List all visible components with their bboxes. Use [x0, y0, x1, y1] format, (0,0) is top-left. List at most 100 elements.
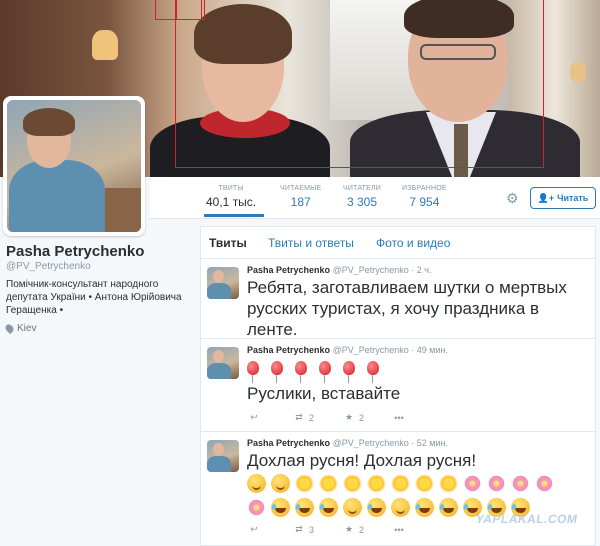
active-stat-underline: [204, 214, 264, 217]
retweet-icon[interactable]: ⇄: [292, 412, 306, 423]
sun-icon: [367, 474, 386, 493]
tweet-avatar[interactable]: [207, 347, 239, 379]
tweet-author-name[interactable]: Pasha Petrychenko: [247, 438, 330, 448]
stat-label: ТВИТЫ: [218, 185, 244, 192]
sun-icon: [343, 474, 362, 493]
tweet[interactable]: Pasha Petrychenko @PV_Petrychenko · 49 м…: [201, 339, 595, 432]
avatar: [7, 100, 141, 232]
emoji-row: [247, 361, 379, 383]
winking-face-icon: [391, 498, 410, 517]
tweet-author-handle[interactable]: @PV_Petrychenko: [333, 345, 409, 355]
retweet-icon[interactable]: ⇄: [292, 524, 306, 535]
emoji-row: [247, 474, 554, 493]
tweet-text: Руслики, вставайте: [247, 384, 401, 403]
retweet-count: 3: [309, 524, 315, 535]
highlight-box: [176, 0, 202, 20]
tweet-author-name[interactable]: Pasha Petrychenko: [247, 345, 330, 355]
tweet[interactable]: Pasha Petrychenko @PV_Petrychenko · 52 м…: [201, 432, 595, 545]
gear-icon[interactable]: ⚙: [506, 190, 519, 207]
wall-lamp: [570, 62, 586, 82]
sun-icon: [319, 474, 338, 493]
favorite-count: 2: [359, 524, 365, 535]
location-text: Kiev: [17, 323, 37, 334]
follow-label: Читать: [557, 193, 589, 203]
sun-icon: [439, 474, 458, 493]
balloon-icon: [295, 361, 307, 383]
stat-value: 3 305: [347, 195, 378, 209]
balloon-icon: [343, 361, 355, 383]
tweet-author-handle[interactable]: @PV_Petrychenko: [333, 265, 409, 275]
tweet-time[interactable]: 2 ч.: [417, 265, 432, 275]
tweet-text: Дохлая русня! Дохлая русня!: [247, 451, 477, 470]
stat-value: 187: [290, 195, 311, 209]
sun-icon: [295, 474, 314, 493]
profile-bio: Помічник-консультант народного депутата …: [6, 279, 182, 316]
profile-stats-bar: ТВИТЫ 40,1 тыс. ЧИТАЕМЫЕ 187 ЧИТАТЕЛИ 3 …: [150, 177, 600, 219]
stat-label: ЧИТАЕМЫЕ: [280, 185, 322, 192]
flower-icon: [247, 498, 266, 517]
reply-icon[interactable]: ↩: [247, 412, 261, 423]
tweet-author-name[interactable]: Pasha Petrychenko: [247, 265, 330, 275]
profile-avatar[interactable]: [3, 96, 145, 236]
sun-icon: [415, 474, 434, 493]
tweet-text: Ребята, заготавливаем шутки о мертвых ру…: [247, 278, 567, 339]
add-user-icon: 👤+: [537, 192, 555, 203]
tears-of-joy-icon: [295, 498, 314, 517]
flower-icon: [511, 474, 530, 493]
tweet-author-handle[interactable]: @PV_Petrychenko: [333, 438, 409, 448]
wall-lamp: [92, 30, 118, 60]
balloon-icon: [367, 361, 379, 383]
more-icon[interactable]: •••: [392, 413, 406, 423]
flower-icon: [535, 474, 554, 493]
tweet-header: Pasha Petrychenko @PV_Petrychenko · 52 м…: [247, 438, 448, 448]
tweet-actions: ↩ ⇄ 2 ★ 2 •••: [247, 412, 406, 423]
tweet-time[interactable]: 52 мин.: [417, 438, 448, 448]
tears-of-joy-icon: [439, 498, 458, 517]
favorite-icon[interactable]: ★: [342, 412, 356, 423]
stat-value: 40,1 тыс.: [206, 195, 257, 209]
timeline: Твиты Твиты и ответы Фото и видео Pasha …: [200, 226, 596, 546]
flower-icon: [463, 474, 482, 493]
site-watermark: YAPLAKAL.COM: [475, 512, 580, 526]
tweet-actions: ↩ ⇄ 3 ★ 2 •••: [247, 524, 406, 535]
profile-handle[interactable]: @PV_Petrychenko: [6, 261, 91, 272]
stat-value: 7 954: [409, 195, 440, 209]
smiling-face-icon: [271, 474, 290, 493]
stat-favorites[interactable]: ИЗБРАННОЕ 7 954: [402, 185, 447, 209]
tweet[interactable]: Pasha Petrychenko @PV_Petrychenko · 2 ч.…: [201, 259, 595, 339]
tweet-header: Pasha Petrychenko @PV_Petrychenko · 49 м…: [247, 345, 448, 355]
tears-of-joy-icon: [271, 498, 290, 517]
profile-name[interactable]: Pasha Petrychenko: [6, 243, 144, 260]
favorite-count: 2: [359, 412, 365, 423]
sun-icon: [391, 474, 410, 493]
smiling-face-icon: [247, 474, 266, 493]
profile-location: Kiev: [3, 322, 37, 335]
tab-tweets[interactable]: Твиты: [209, 236, 247, 250]
balloon-icon: [271, 361, 283, 383]
winking-face-icon: [343, 498, 362, 517]
tweet-avatar[interactable]: [207, 267, 239, 299]
location-pin-icon: [3, 322, 16, 335]
more-icon[interactable]: •••: [392, 525, 406, 535]
tweet-header: Pasha Petrychenko @PV_Petrychenko · 2 ч.: [247, 265, 431, 275]
retweet-count: 2: [309, 412, 315, 423]
follow-button[interactable]: 👤+ Читать: [530, 187, 596, 209]
tab-tweets-replies[interactable]: Твиты и ответы: [268, 236, 354, 250]
tears-of-joy-icon: [367, 498, 386, 517]
stat-followers[interactable]: ЧИТАТЕЛИ 3 305: [343, 185, 381, 209]
favorite-icon[interactable]: ★: [342, 524, 356, 535]
tweet-avatar[interactable]: [207, 440, 239, 472]
flower-icon: [487, 474, 506, 493]
stat-following[interactable]: ЧИТАЕМЫЕ 187: [280, 185, 321, 209]
tweet-time[interactable]: 49 мин.: [417, 345, 448, 355]
tears-of-joy-icon: [415, 498, 434, 517]
timeline-tabs: Твиты Твиты и ответы Фото и видео: [201, 227, 595, 259]
reply-icon[interactable]: ↩: [247, 524, 261, 535]
stat-label: ИЗБРАННОЕ: [402, 185, 447, 192]
highlight-box: [175, 0, 544, 168]
tab-photos-videos[interactable]: Фото и видео: [376, 236, 450, 250]
stat-tweets[interactable]: ТВИТЫ 40,1 тыс.: [206, 185, 256, 209]
tears-of-joy-icon: [319, 498, 338, 517]
balloon-icon: [319, 361, 331, 383]
stat-label: ЧИТАТЕЛИ: [343, 185, 382, 192]
